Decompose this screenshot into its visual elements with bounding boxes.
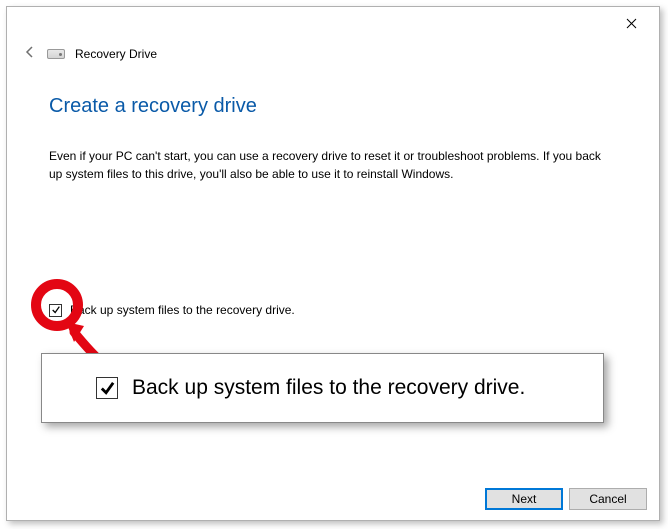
page-title: Create a recovery drive bbox=[49, 95, 257, 118]
cancel-button[interactable]: Cancel bbox=[569, 488, 647, 510]
header: Recovery Drive bbox=[23, 45, 157, 62]
checkmark-icon bbox=[51, 305, 61, 315]
close-icon bbox=[626, 18, 637, 29]
drive-icon bbox=[47, 49, 65, 59]
close-button[interactable] bbox=[611, 9, 651, 37]
zoom-checkbox bbox=[96, 377, 118, 399]
checkmark-icon bbox=[99, 380, 116, 397]
annotation-zoom-box: Back up system files to the recovery dri… bbox=[41, 353, 604, 423]
zoom-checkbox-label: Back up system files to the recovery dri… bbox=[132, 376, 525, 400]
button-bar: Next Cancel bbox=[485, 488, 647, 510]
annotation-arrow bbox=[62, 314, 122, 374]
backup-checkbox[interactable] bbox=[49, 304, 62, 317]
dialog-window: Recovery Drive Create a recovery drive E… bbox=[6, 6, 660, 521]
window-title: Recovery Drive bbox=[75, 47, 157, 61]
next-button[interactable]: Next bbox=[485, 488, 563, 510]
backup-checkbox-label: Back up system files to the recovery dri… bbox=[70, 303, 295, 317]
backup-checkbox-row: Back up system files to the recovery dri… bbox=[49, 303, 295, 317]
description-text: Even if your PC can't start, you can use… bbox=[49, 147, 609, 183]
back-arrow-icon[interactable] bbox=[23, 45, 37, 62]
